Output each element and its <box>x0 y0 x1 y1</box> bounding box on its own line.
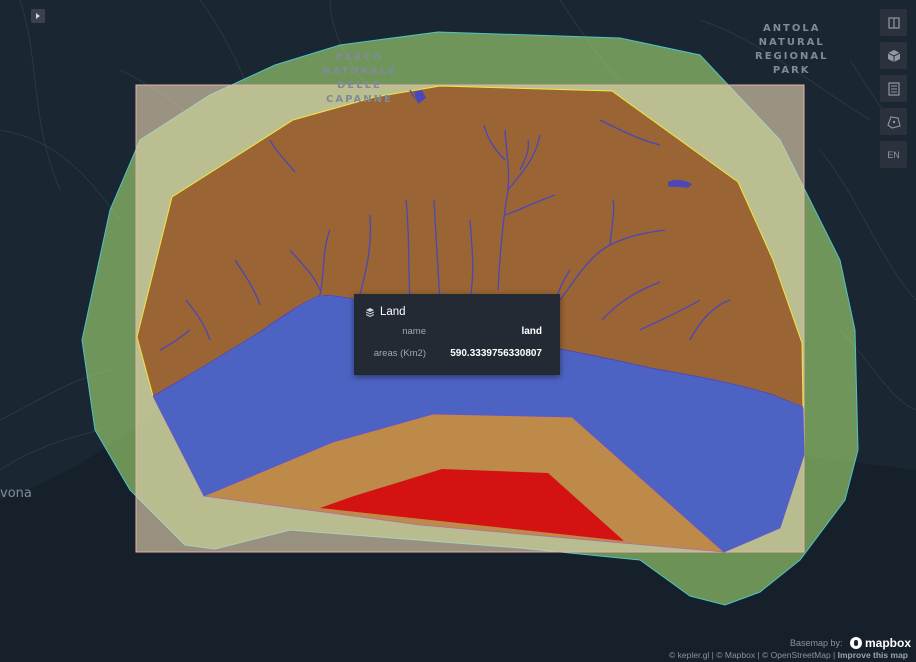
tooltip-layer-name: Land <box>380 306 406 318</box>
mapbox-logo[interactable]: mapbox <box>850 636 911 650</box>
attribution-text: © kepler.gl | © Mapbox | © OpenStreetMap… <box>669 650 838 660</box>
basemap-label: Basemap by: <box>790 638 843 648</box>
legend-button[interactable] <box>880 75 907 102</box>
city-label: vona <box>0 486 32 501</box>
3d-map-icon <box>887 49 900 62</box>
tooltip-field-value: 590.3339756330807 <box>450 348 542 359</box>
chevron-right-icon <box>36 13 40 19</box>
draw-polygon-icon <box>886 115 901 129</box>
legend-icon <box>887 81 900 96</box>
mapbox-logo-text: mapbox <box>865 636 912 650</box>
improve-map-link[interactable]: Improve this map <box>838 650 908 660</box>
tooltip-field-label: name <box>402 326 426 337</box>
hover-tooltip: Land name land areas (Km2) 590.333975633… <box>354 294 560 375</box>
draw-polygon-button[interactable] <box>880 108 907 135</box>
tooltip-field-label: areas (Km2) <box>373 348 426 359</box>
map-attribution: © kepler.gl | © Mapbox | © OpenStreetMap… <box>669 650 908 660</box>
split-map-button[interactable] <box>880 9 907 36</box>
mapbox-logo-icon <box>850 637 862 649</box>
3d-map-button[interactable] <box>880 42 907 69</box>
tooltip-row: areas (Km2) 590.3339756330807 <box>354 348 560 362</box>
place-label-antola: ANTOLA NATURAL REGIONAL PARK <box>755 23 829 76</box>
layers-icon <box>366 307 374 317</box>
tooltip-header: Land <box>366 306 406 318</box>
map-control-toolbar: EN <box>880 9 907 168</box>
split-map-icon <box>887 16 900 29</box>
locale-button[interactable]: EN <box>880 141 907 168</box>
side-panel-toggle-button[interactable] <box>31 9 45 23</box>
tooltip-field-value: land <box>521 326 542 337</box>
tooltip-row: name land <box>354 326 560 340</box>
place-label-parco: PARCO NATURALE DELLE CAPANNE <box>322 52 397 105</box>
